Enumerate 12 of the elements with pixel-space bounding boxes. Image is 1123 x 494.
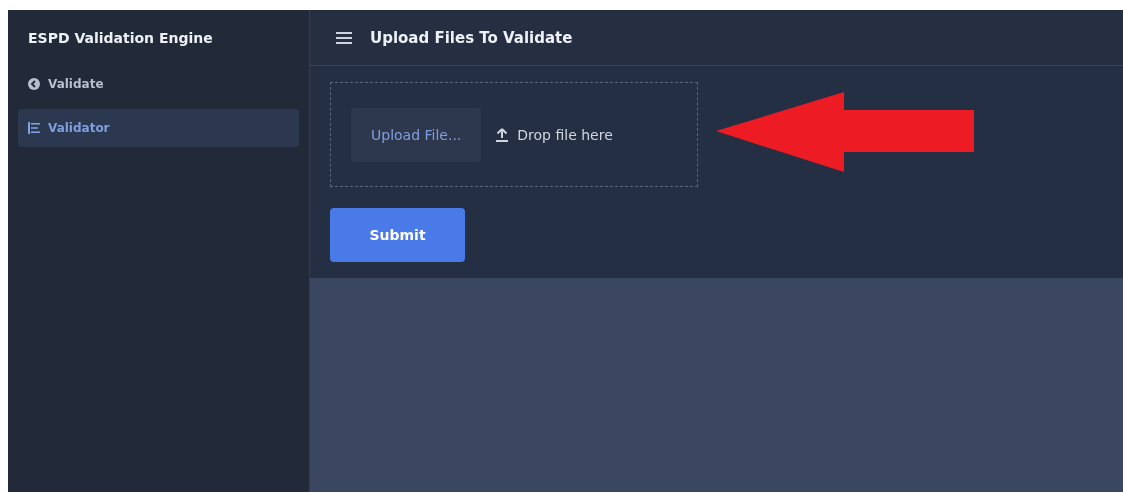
submit-button[interactable]: Submit <box>330 208 465 262</box>
drop-hint: Drop file here <box>517 126 613 143</box>
app-title: ESPD Validation Engine <box>27 28 213 48</box>
upload-file-button[interactable]: Upload File... <box>351 107 482 162</box>
page-title: Upload Files To Validate <box>370 28 573 47</box>
upload-icon <box>495 127 510 142</box>
list-icon <box>28 122 40 134</box>
nav-item[interactable]: Validate <box>18 65 299 103</box>
drop-zone[interactable]: Upload File... Drop file here <box>330 82 698 187</box>
back-circle-icon <box>28 78 40 90</box>
nav-item[interactable]: Validator <box>18 109 299 147</box>
menu-icon[interactable] <box>336 31 352 44</box>
